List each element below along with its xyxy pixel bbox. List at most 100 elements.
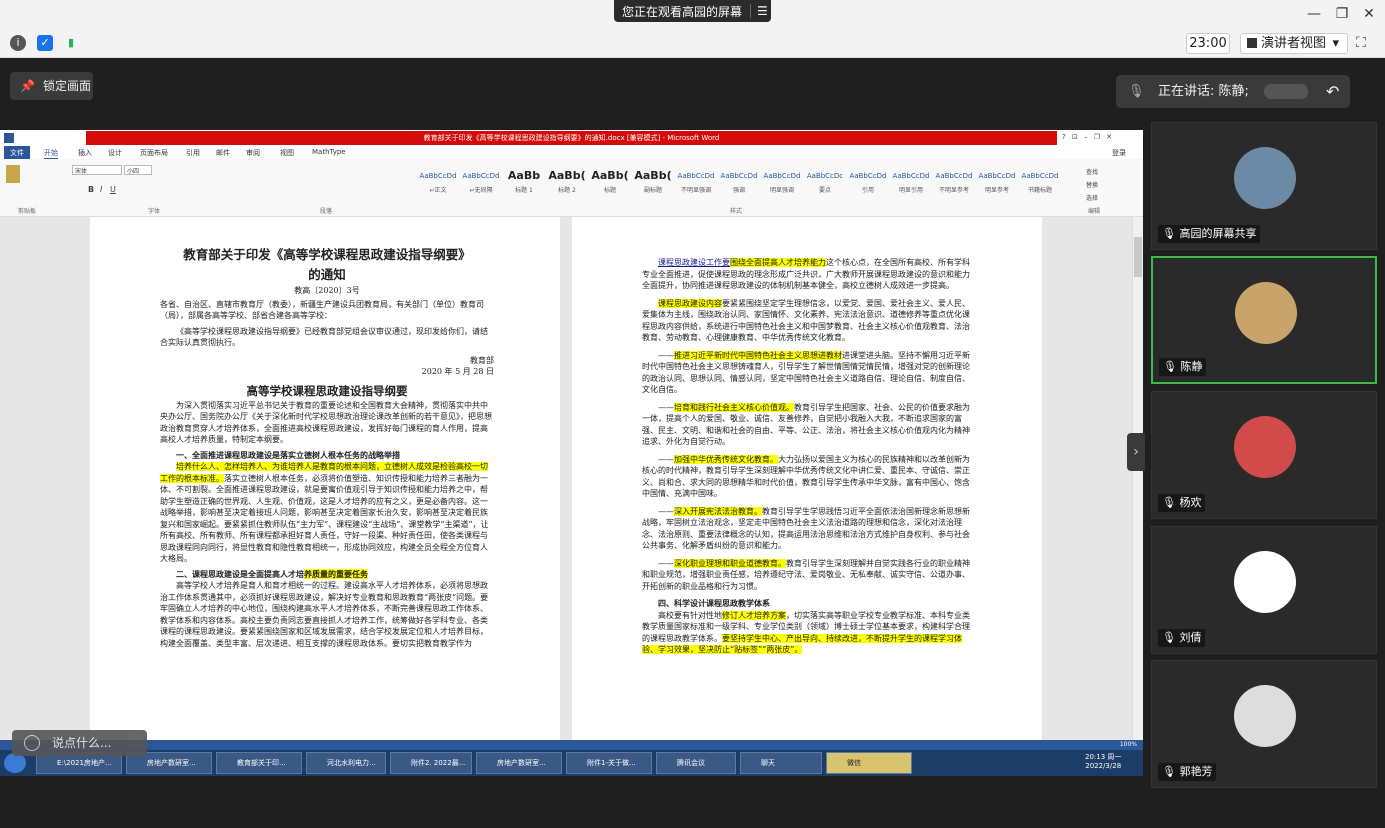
participant-name-text: 刘倩 (1179, 631, 1202, 644)
taskbar-item[interactable]: 河北水利电力... (306, 752, 386, 774)
presenter-view-dropdown[interactable]: 演讲者视图 ▾ (1240, 33, 1348, 54)
word-window-controls[interactable]: ? ⊡ – ❐ ✕ (1062, 133, 1114, 141)
mic-icon: 🎙 (1162, 227, 1180, 240)
doc-signer: 教育部 (470, 355, 494, 365)
lock-screen-button[interactable]: 📌 锁定画面 (10, 72, 93, 100)
taskbar-item[interactable]: 聊天 (740, 752, 822, 774)
underline-button[interactable]: U (110, 185, 116, 194)
style-item[interactable]: AaBb(标题 (590, 167, 630, 197)
close-button[interactable]: ✕ (1358, 6, 1380, 22)
participant-tile[interactable]: 🎙 刘倩 (1151, 526, 1377, 654)
chat-input-box[interactable]: 说点什么... (12, 730, 147, 756)
word-tab-3[interactable]: 设计 (108, 148, 122, 158)
style-item[interactable]: AaBb 标题 1 (504, 167, 544, 197)
taskbar-item[interactable]: 附件2. 2022最... (390, 752, 472, 774)
document-area[interactable]: 教育部关于印发《高等学校课程思政建设指导纲要》 的通知 教高〔2020〕3号 各… (0, 217, 1143, 740)
style-item[interactable]: AaBbCcDd ↵无间隔 (461, 167, 501, 197)
word-tab-8[interactable]: 视图 (280, 148, 294, 158)
style-item[interactable]: AaBbCcDd ↵正文 (418, 167, 458, 197)
word-quick-access-icon[interactable] (4, 133, 14, 143)
doc-right-para-7-dash: —— (658, 558, 674, 568)
style-item[interactable]: AaBbCcDd 明显引用 (891, 167, 931, 197)
style-item[interactable]: AaBb(标题 2 (547, 167, 587, 197)
word-tab-9[interactable]: MathType (312, 148, 346, 156)
style-sample: AaBbCcDd (462, 172, 500, 180)
signal-icon[interactable]: ▮ (63, 35, 79, 51)
document-page-left[interactable]: 教育部关于印发《高等学校课程思政建设指导纲要》 的通知 教高〔2020〕3号 各… (90, 217, 560, 740)
doc-right-para-8: 高校要有针对性地修订人才培养方案，切实落实高等职业学校专业教学标准、本科专业类教… (642, 610, 972, 656)
participant-name-text: 陈静 (1180, 360, 1203, 373)
doc-right-heading-4: 四、科学设计课程思政教学体系 (658, 598, 770, 608)
word-tab-7[interactable]: 审阅 (246, 148, 260, 158)
style-item[interactable]: AaBbCcDd 不明显参考 (934, 167, 974, 197)
speaking-label: 正在讲话: 陈静; (1158, 84, 1249, 99)
replace-button[interactable]: 替换 (1086, 180, 1098, 189)
doc-title-1: 教育部关于印发《高等学校课程思政建设指导纲要》 (183, 247, 471, 262)
taskbar-item[interactable]: 微信 (826, 752, 912, 774)
italic-button[interactable]: I (100, 185, 102, 194)
participant-tile[interactable]: 🎙 陈静 (1151, 256, 1377, 384)
minimize-button[interactable]: — (1303, 6, 1325, 22)
zoom-level[interactable]: 100% (1120, 741, 1137, 748)
document-page-right[interactable]: 课程思政建设工作要围绕全面提高人才培养能力这个核心点，在全国所有高校、所有学科专… (572, 217, 1042, 740)
participant-name: 🎙 郭艳芳 (1158, 763, 1217, 781)
word-tab-5[interactable]: 引用 (186, 148, 200, 158)
style-item[interactable]: AaBbCcDd 强调 (719, 167, 759, 197)
style-sample: AaBbCcDd (849, 172, 887, 180)
word-tab-4[interactable]: 页面布局 (140, 148, 168, 158)
doc-addressee: 各省、自治区、直辖市教育厅（教委），新疆生产建设兵团教育局，有关部门（单位）教育… (160, 299, 484, 321)
chat-emoji-icon (24, 735, 40, 751)
shield-icon[interactable]: ✓ (37, 35, 53, 51)
menu-icon[interactable]: ☰ (757, 4, 768, 18)
font-size-select[interactable]: 小四 (124, 165, 152, 175)
style-caption: ↵无间隔 (469, 187, 493, 194)
chat-input-placeholder: 说点什么... (52, 736, 112, 750)
scroll-thumb[interactable] (1134, 237, 1142, 277)
font-name-select[interactable]: 宋体 (72, 165, 122, 175)
lock-screen-label: 锁定画面 (42, 79, 91, 93)
participant-tile[interactable]: 🎙 郭艳芳 (1151, 660, 1377, 788)
style-item[interactable]: AaBbCcDd 不明显强调 (676, 167, 716, 197)
back-icon[interactable]: ↶ (1326, 75, 1339, 108)
start-button[interactable] (4, 753, 26, 773)
taskbar-item[interactable]: 房地产数研室... (476, 752, 562, 774)
vertical-scrollbar[interactable] (1132, 217, 1143, 740)
taskbar-item[interactable]: 附件1-关于做... (566, 752, 652, 774)
word-tab-6[interactable]: 邮件 (216, 148, 230, 158)
participant-name-text: 郭艳芳 (1179, 765, 1213, 778)
select-button[interactable]: 选择 (1086, 193, 1098, 202)
participant-tile[interactable]: 🎙 高园的屏幕共享 (1151, 122, 1377, 250)
paste-icon[interactable] (6, 165, 20, 183)
bold-button[interactable]: B (88, 185, 94, 194)
collapse-panel-button[interactable]: › (1127, 433, 1145, 471)
style-item[interactable]: AaBbCcDd 明显参考 (977, 167, 1017, 197)
taskbar-item[interactable]: 腾讯会议 (656, 752, 736, 774)
fullscreen-icon[interactable]: ⛶ (1356, 35, 1366, 51)
login-link[interactable]: 登录 (1112, 148, 1126, 158)
style-item[interactable]: AaBbCcDd 引用 (848, 167, 888, 197)
participant-tile[interactable]: 🎙 杨欢 (1151, 391, 1377, 519)
word-status-bar: 100% (0, 740, 1143, 750)
restore-button[interactable]: ❐ (1331, 6, 1353, 22)
word-tab-2[interactable]: 插入 (78, 148, 92, 158)
share-banner-text: 您正在观看高园的屏幕 (622, 4, 743, 19)
taskbar-item[interactable]: 教育部关于印... (216, 752, 302, 774)
avatar (1234, 685, 1296, 747)
word-tab-1[interactable]: 开始 (44, 148, 58, 159)
group-clipboard: 剪贴板 (18, 208, 37, 215)
find-button[interactable]: 查找 (1086, 167, 1098, 176)
pin-icon: 📌 (20, 79, 35, 93)
style-caption: ↵正文 (429, 187, 447, 194)
style-sample: AaBb( (548, 169, 586, 182)
style-item[interactable]: AaBbCcDd 书籍标题 (1020, 167, 1060, 197)
style-item[interactable]: AaBbCcDd 明显强调 (762, 167, 802, 197)
style-sample: AaBbCcDd (720, 172, 758, 180)
doc-right-para-7: ——深化职业理想和职业道德教育。教育引导学生深刻理解并自觉实践各行业的职业精神和… (642, 558, 972, 593)
style-item[interactable]: AaBb(副标题 (633, 167, 673, 197)
group-styles: 样式 (730, 208, 743, 215)
word-tab-0[interactable]: 文件 (4, 146, 30, 159)
info-icon[interactable]: i (10, 35, 26, 51)
style-item[interactable]: AaBbCcDc 要点 (805, 167, 845, 197)
presenter-view-label: 演讲者视图 (1261, 36, 1327, 51)
doc-heading-1: 一、全面推进课程思政建设是落实立德树人根本任务的战略举措 (176, 449, 400, 460)
